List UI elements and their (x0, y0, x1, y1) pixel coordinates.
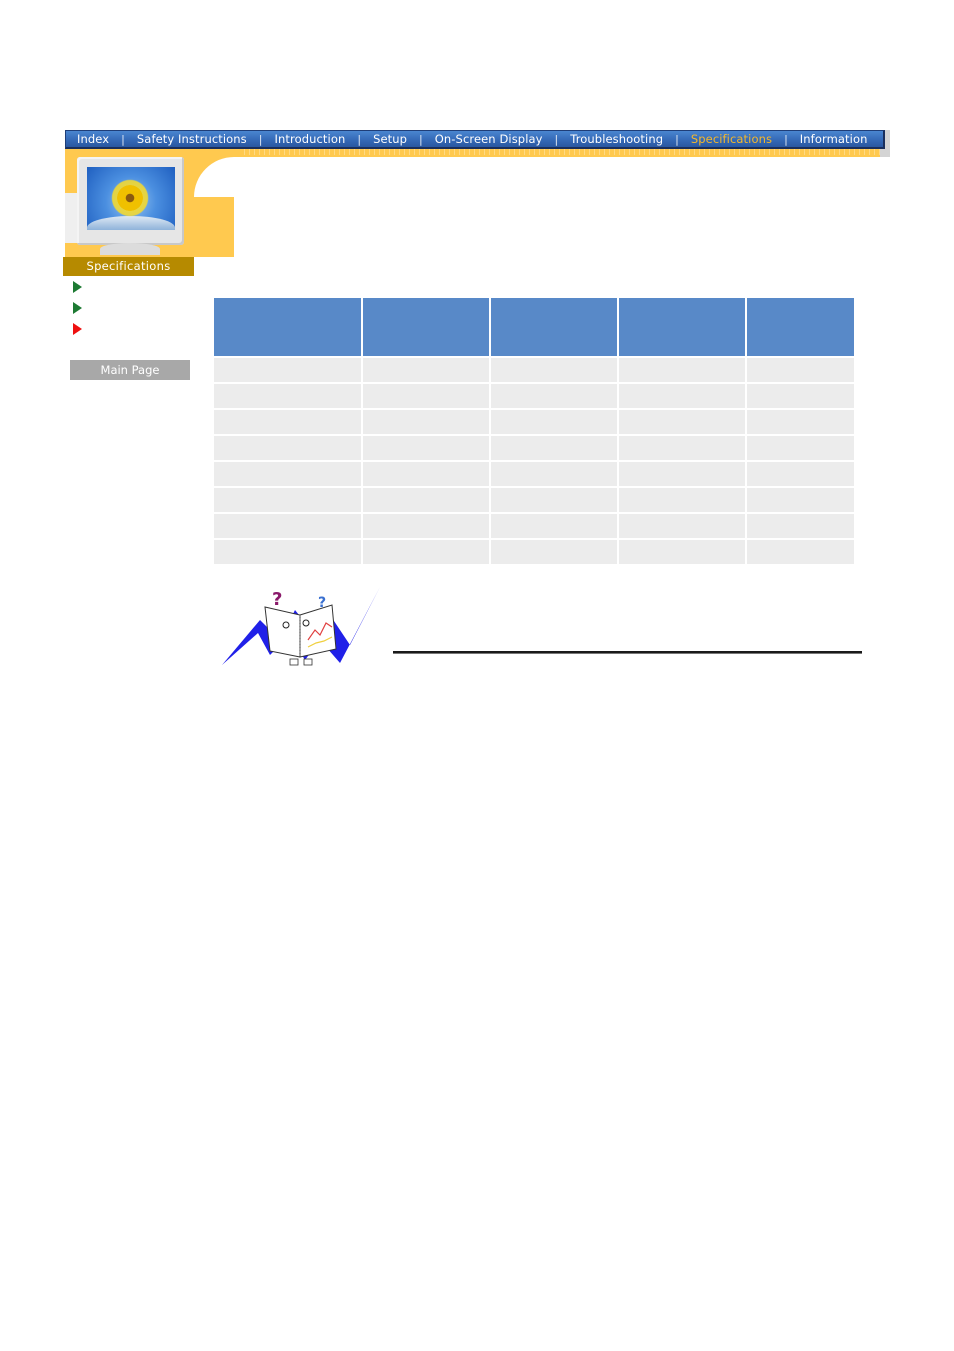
table-cell (745, 486, 856, 514)
table-row (212, 460, 856, 488)
table-cell (617, 434, 747, 462)
confused-book-mascot-icon: ? ? (222, 587, 380, 666)
table-cell (489, 408, 619, 436)
table-cell (617, 356, 747, 384)
table-row (212, 356, 856, 384)
table-header-cell (489, 296, 619, 358)
monitor-stand (100, 243, 160, 255)
nav-item-index[interactable]: Index (77, 132, 109, 146)
table-header-cell (212, 296, 363, 358)
table-cell (489, 486, 619, 514)
table-cell (745, 408, 856, 436)
table-cell (489, 512, 619, 540)
nav-item-information[interactable]: Information (800, 132, 868, 146)
table-cell (361, 486, 491, 514)
section-label: Specifications (63, 257, 194, 276)
table-cell (617, 408, 747, 436)
table-cell (745, 460, 856, 488)
nav-separator: | (419, 132, 423, 146)
svg-text:?: ? (272, 589, 282, 610)
nav-item-troubleshooting[interactable]: Troubleshooting (570, 132, 663, 146)
frame-decoration (240, 149, 880, 155)
nav-item-on-screen-display[interactable]: On-Screen Display (435, 132, 543, 146)
table-cell (745, 356, 856, 384)
nav-separator: | (554, 132, 559, 146)
sidebar-arrow-link-1[interactable] (73, 281, 82, 293)
specification-table (212, 296, 856, 566)
table-cell (745, 538, 856, 566)
nav-separator: | (357, 132, 362, 146)
table-cell (617, 486, 747, 514)
table-cell (617, 538, 747, 566)
nav-separator: | (784, 132, 788, 146)
table-cell (212, 460, 363, 488)
table-cell (212, 434, 363, 462)
table-cell (361, 408, 491, 436)
frame-curve (194, 157, 234, 257)
flower-icon (110, 178, 150, 218)
table-cell (745, 512, 856, 540)
table-cell (617, 460, 747, 488)
table-row (212, 408, 856, 436)
table-cell (489, 434, 619, 462)
top-navigation: Index | Safety Instructions | Introduction | S… (65, 130, 885, 149)
note-divider-line (393, 651, 862, 654)
table-header-cell (745, 296, 856, 358)
nav-item-specifications[interactable]: Specifications (691, 132, 772, 146)
table-cell (212, 538, 363, 566)
table-cell (361, 512, 491, 540)
table-row (212, 382, 856, 410)
table-cell (489, 356, 619, 384)
table-cell (212, 408, 363, 436)
table-header-cell (361, 296, 491, 358)
table-cell (617, 512, 747, 540)
table-cell (361, 434, 491, 462)
svg-text:?: ? (318, 595, 326, 611)
nav-separator: | (121, 132, 125, 146)
table-cell (361, 382, 491, 410)
table-header-cell (617, 296, 747, 358)
table-cell (489, 538, 619, 566)
table-row (212, 486, 856, 514)
table-cell (489, 460, 619, 488)
main-page-button[interactable]: Main Page (70, 360, 190, 380)
table-cell (212, 382, 363, 410)
table-cell (361, 356, 491, 384)
table-cell (212, 486, 363, 514)
table-row (212, 434, 856, 462)
nav-item-introduction[interactable]: Introduction (275, 132, 346, 146)
table-cell (212, 512, 363, 540)
table-row (212, 512, 856, 540)
table-row (212, 538, 856, 566)
table-cell (745, 434, 856, 462)
sidebar-arrow-link-2[interactable] (73, 302, 82, 314)
nav-separator: | (675, 132, 679, 146)
sidebar-arrow-link-3[interactable] (73, 323, 82, 335)
table-cell (617, 382, 747, 410)
table-cell (745, 382, 856, 410)
nav-item-setup[interactable]: Setup (373, 132, 407, 146)
table-cell (212, 356, 363, 384)
nav-item-safety-instructions[interactable]: Safety Instructions (137, 132, 247, 146)
table-cell (361, 538, 491, 566)
nav-separator: | (258, 132, 263, 146)
table-cell (489, 382, 619, 410)
table-cell (361, 460, 491, 488)
table-header-row (212, 296, 856, 358)
